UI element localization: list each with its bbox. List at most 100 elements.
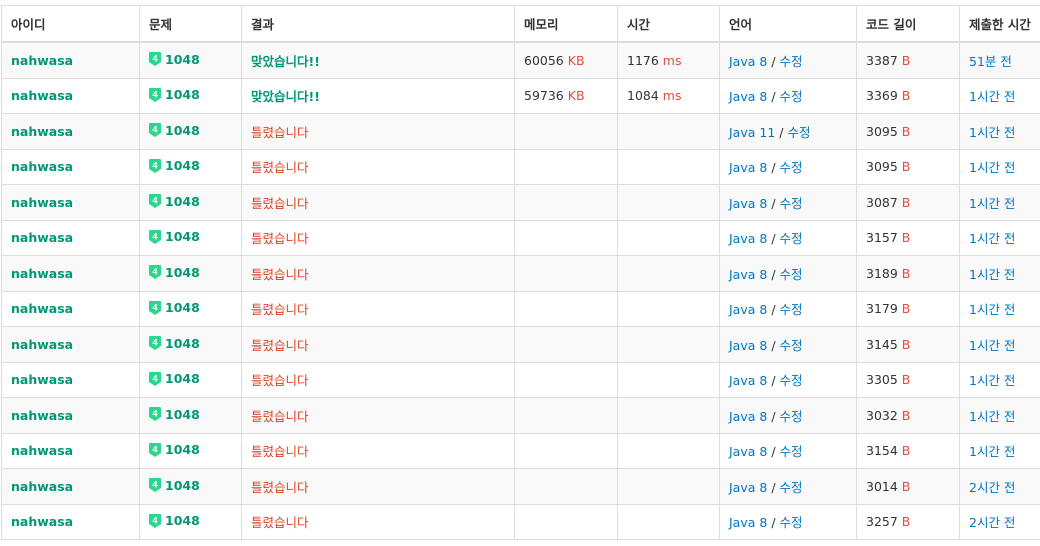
edit-link[interactable]: 수정 — [780, 267, 803, 282]
edit-link[interactable]: 수정 — [780, 231, 803, 246]
submitted-time-link[interactable]: 1시간 전 — [969, 409, 1015, 424]
edit-link[interactable]: 수정 — [780, 302, 803, 317]
submitted-time-link[interactable]: 1시간 전 — [969, 444, 1015, 459]
user-link[interactable]: nahwasa — [11, 337, 73, 352]
edit-link[interactable]: 수정 — [780, 196, 803, 211]
user-link[interactable]: nahwasa — [11, 514, 73, 529]
problem-link[interactable]: 1048 — [165, 478, 200, 493]
separator: / — [771, 160, 780, 176]
submitted-time-link[interactable]: 1시간 전 — [969, 338, 1015, 353]
submitted-time-link[interactable]: 1시간 전 — [969, 302, 1015, 317]
submitted-time-link[interactable]: 1시간 전 — [969, 267, 1015, 282]
language-link[interactable]: Java 8 — [729, 54, 767, 69]
tier-badge-text: 4 — [152, 267, 157, 277]
problem-link[interactable]: 1048 — [165, 194, 200, 209]
user-link[interactable]: nahwasa — [11, 408, 73, 423]
problem-link[interactable]: 1048 — [165, 371, 200, 386]
language-cell: Java 11 / 수정 — [719, 113, 857, 150]
problem-link[interactable]: 1048 — [165, 407, 200, 422]
user-cell: nahwasa — [1, 361, 140, 398]
submitted-cell: 1시간 전 — [959, 148, 1040, 185]
submitted-time-link[interactable]: 2시간 전 — [969, 480, 1015, 495]
memory-cell — [514, 468, 618, 505]
code-length-unit: B — [901, 123, 911, 139]
problem-link[interactable]: 1048 — [165, 442, 200, 457]
submitted-time-link[interactable]: 1시간 전 — [969, 89, 1015, 104]
submitted-time-link[interactable]: 1시간 전 — [969, 196, 1015, 211]
language-link[interactable]: Java 8 — [729, 373, 767, 388]
submitted-cell: 1시간 전 — [959, 77, 1040, 114]
code-length-unit: B — [901, 372, 911, 388]
submitted-time-link[interactable]: 51분 전 — [969, 54, 1012, 69]
edit-link[interactable]: 수정 — [787, 125, 810, 140]
language-link[interactable]: Java 8 — [729, 409, 767, 424]
edit-link[interactable]: 수정 — [780, 515, 803, 530]
table-row: nahwasa 4 1048 맞았습니다!! 59736 KB 1084 ms … — [1, 77, 1040, 114]
problem-link[interactable]: 1048 — [165, 300, 200, 315]
user-cell: nahwasa — [1, 184, 140, 221]
user-link[interactable]: nahwasa — [11, 53, 73, 68]
user-cell: nahwasa — [1, 255, 140, 292]
edit-link[interactable]: 수정 — [780, 409, 803, 424]
language-link[interactable]: Java 8 — [729, 302, 767, 317]
user-link[interactable]: nahwasa — [11, 266, 73, 281]
edit-link[interactable]: 수정 — [780, 160, 803, 175]
user-link[interactable]: nahwasa — [11, 124, 73, 139]
problem-wrap: 4 1048 — [149, 123, 200, 138]
edit-link[interactable]: 수정 — [780, 54, 803, 69]
problem-cell: 4 1048 — [139, 148, 242, 185]
problem-link[interactable]: 1048 — [165, 229, 200, 244]
result-cell: 틀렸습니다 — [241, 255, 515, 292]
language-link[interactable]: Java 8 — [729, 480, 767, 495]
problem-wrap: 4 1048 — [149, 300, 200, 315]
language-link[interactable]: Java 8 — [729, 267, 767, 282]
header-language: 언어 — [719, 5, 857, 43]
edit-link[interactable]: 수정 — [780, 480, 803, 495]
problem-link[interactable]: 1048 — [165, 123, 200, 138]
time-cell: 1084 ms — [617, 77, 720, 114]
language-link[interactable]: Java 11 — [729, 125, 775, 140]
user-link[interactable]: nahwasa — [11, 159, 73, 174]
user-link[interactable]: nahwasa — [11, 479, 73, 494]
language-link[interactable]: Java 8 — [729, 515, 767, 530]
submitted-time-link[interactable]: 1시간 전 — [969, 231, 1015, 246]
language-link[interactable]: Java 8 — [729, 196, 767, 211]
edit-link[interactable]: 수정 — [780, 89, 803, 104]
problem-link[interactable]: 1048 — [165, 87, 200, 102]
user-link[interactable]: nahwasa — [11, 301, 73, 316]
submitted-time-link[interactable]: 1시간 전 — [969, 160, 1015, 175]
memory-cell — [514, 219, 618, 256]
user-cell: nahwasa — [1, 503, 140, 540]
problem-link[interactable]: 1048 — [165, 52, 200, 67]
edit-link[interactable]: 수정 — [780, 373, 803, 388]
problem-link[interactable]: 1048 — [165, 158, 200, 173]
submitted-time-link[interactable]: 1시간 전 — [969, 125, 1015, 140]
submitted-time-link[interactable]: 1시간 전 — [969, 373, 1015, 388]
problem-link[interactable]: 1048 — [165, 513, 200, 528]
language-link[interactable]: Java 8 — [729, 444, 767, 459]
language-link[interactable]: Java 8 — [729, 231, 767, 246]
user-link[interactable]: nahwasa — [11, 230, 73, 245]
language-link[interactable]: Java 8 — [729, 338, 767, 353]
language-link[interactable]: Java 8 — [729, 160, 767, 175]
problem-link[interactable]: 1048 — [165, 265, 200, 280]
problem-wrap: 4 1048 — [149, 194, 200, 209]
time-value: 1176 — [627, 52, 659, 68]
user-link[interactable]: nahwasa — [11, 195, 73, 210]
language-cell: Java 8 / 수정 — [719, 41, 857, 79]
memory-cell: 60056 KB — [514, 41, 618, 79]
user-cell: nahwasa — [1, 219, 140, 256]
language-cell: Java 8 / 수정 — [719, 397, 857, 434]
user-link[interactable]: nahwasa — [11, 372, 73, 387]
edit-link[interactable]: 수정 — [780, 338, 803, 353]
edit-link[interactable]: 수정 — [780, 444, 803, 459]
user-link[interactable]: nahwasa — [11, 88, 73, 103]
problem-wrap: 4 1048 — [149, 158, 200, 173]
user-link[interactable]: nahwasa — [11, 443, 73, 458]
submitted-time-link[interactable]: 2시간 전 — [969, 515, 1015, 530]
problem-wrap: 4 1048 — [149, 407, 200, 422]
code-length-unit: B — [901, 265, 911, 281]
time-unit: ms — [662, 52, 682, 68]
language-link[interactable]: Java 8 — [729, 89, 767, 104]
problem-link[interactable]: 1048 — [165, 336, 200, 351]
